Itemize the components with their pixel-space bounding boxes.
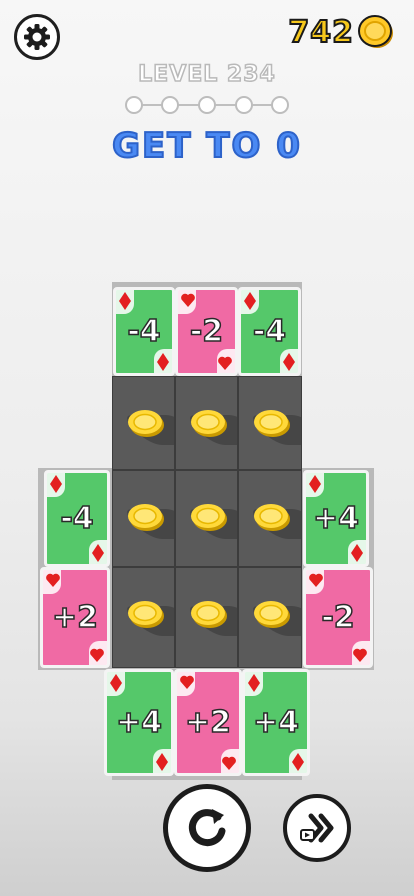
diamond-icon [248,674,260,692]
number-card[interactable]: -4 [238,287,301,376]
heart-icon [90,648,104,662]
card-value: +2 [184,704,232,741]
coin-tile[interactable] [238,470,302,567]
skip-icon [300,813,334,843]
card-value: +4 [115,704,163,741]
coin-icon [254,504,290,531]
diamond-icon [119,292,131,310]
number-card[interactable]: -2 [175,287,238,376]
heart-icon [309,573,323,587]
coin-icon [128,410,164,437]
card-value: -4 [127,313,162,350]
number-card[interactable]: -4 [44,470,110,567]
diamond-icon [309,475,321,493]
diamond-icon [156,753,168,771]
number-card[interactable]: -4 [113,287,175,376]
coin-tile[interactable] [112,567,175,668]
number-card[interactable]: +4 [242,669,310,776]
number-card[interactable]: +2 [40,567,110,668]
coin-tile[interactable] [238,567,302,668]
restart-icon [188,809,226,847]
card-value: -4 [252,313,287,350]
heart-icon [353,648,367,662]
skip-level-button[interactable] [283,794,351,862]
card-value: +4 [252,704,300,741]
coin-tile[interactable] [112,470,175,567]
coin-tile[interactable] [175,470,238,567]
coin-icon [191,410,227,437]
coin-icon [191,504,227,531]
coin-icon [128,601,164,628]
heart-icon [181,293,195,307]
game-board: -4 -2 -4 -4 +2 +4 -2 +4 +2 +4 [0,0,414,896]
diamond-icon [50,475,62,493]
number-card[interactable]: +2 [174,669,242,776]
diamond-icon [292,753,304,771]
card-value: +2 [51,599,99,636]
coin-tile[interactable] [175,376,238,470]
coin-icon [191,601,227,628]
diamond-icon [110,674,122,692]
restart-button[interactable] [163,784,251,872]
number-card[interactable]: +4 [303,470,369,567]
diamond-icon [92,544,104,562]
heart-icon [218,356,232,370]
card-value: -2 [189,313,224,350]
number-card[interactable]: -2 [303,567,373,668]
coin-icon [254,601,290,628]
card-value: -4 [60,500,95,537]
number-card[interactable]: +4 [104,669,174,776]
heart-icon [180,675,194,689]
coin-icon [254,410,290,437]
coin-tile[interactable] [175,567,238,668]
diamond-icon [157,353,169,371]
heart-icon [222,756,236,770]
coin-tile[interactable] [238,376,302,470]
heart-icon [46,573,60,587]
coin-tile[interactable] [112,376,175,470]
card-value: -2 [321,599,356,636]
diamond-icon [283,353,295,371]
diamond-icon [244,292,256,310]
diamond-icon [351,544,363,562]
coin-icon [128,504,164,531]
card-value: +4 [312,500,360,537]
